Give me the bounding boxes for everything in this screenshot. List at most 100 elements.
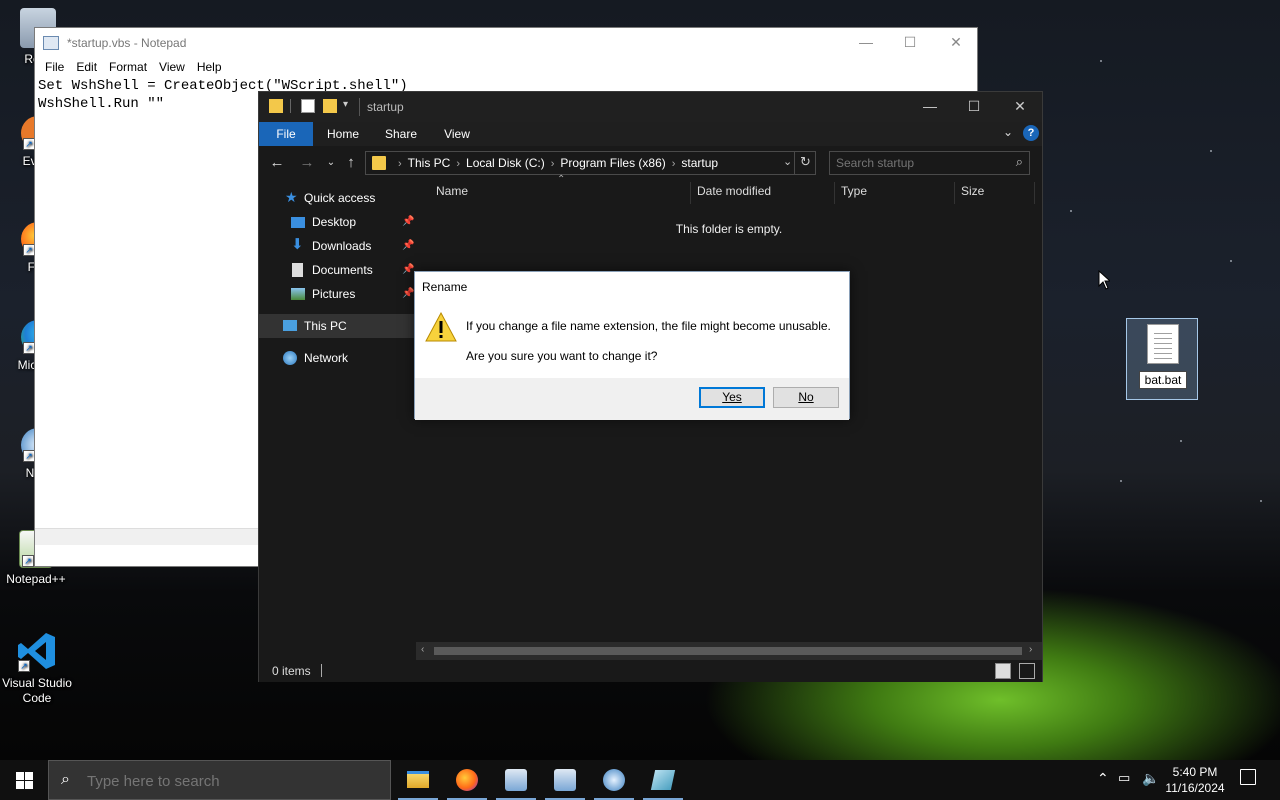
new-folder-icon[interactable] [323,99,337,113]
address-dropdown-icon[interactable]: ⌄ [783,155,792,168]
notifications-icon[interactable] [1240,769,1256,785]
navigation-pane: ★ Quick access Desktop 📌 ⬇ Downloads 📌 D… [259,182,416,660]
pictures-icon [291,288,305,300]
ie-shortcut-icon [505,769,527,791]
tab-home[interactable]: Home [317,122,369,146]
breadcrumb: › This PC › Local Disk (C:) › Program Files (… [398,156,719,170]
breadcrumb-startup[interactable]: startup [681,156,718,170]
nav-pictures[interactable]: Pictures 📌 [259,282,416,306]
menu-help[interactable]: Help [191,58,228,76]
column-header-size[interactable]: Size [961,184,984,198]
nav-desktop[interactable]: Desktop 📌 [259,210,416,234]
taskbar-search-input[interactable] [87,771,377,791]
large-icons-view-icon[interactable] [1019,663,1035,679]
tab-view[interactable]: View [433,122,481,146]
mouse-cursor-icon [1098,270,1110,290]
breadcrumb-this-pc[interactable]: This PC [408,156,451,170]
text-file-icon [1147,324,1179,364]
help-icon[interactable]: ? [1023,125,1039,141]
shortcut-arrow-icon: ↗ [22,555,34,567]
pin-icon: 📌 [402,264,415,275]
dialog-question: Are you sure you want to change it? [466,349,658,363]
breadcrumb-local-disk[interactable]: Local Disk (C:) [466,156,545,170]
desktop-file-bat[interactable]: bat.bat [1126,318,1198,400]
nav-network[interactable]: Network [259,346,416,370]
search-input[interactable] [836,155,1006,171]
close-button[interactable]: ✕ [933,28,979,58]
network-status-icon[interactable]: ▭ [1118,770,1130,786]
scrollbar-thumb[interactable] [434,647,1022,655]
details-view-icon[interactable] [995,663,1011,679]
windows-logo-icon [16,772,33,789]
address-bar[interactable]: › This PC › Local Disk (C:) › Program Files (… [365,151,816,175]
nav-this-pc[interactable]: This PC [259,314,416,338]
pin-icon: 📌 [402,288,415,299]
desktop-icon-vscode[interactable]: ↗ Visual Studio Code [0,630,75,706]
nav-quick-access[interactable]: ★ Quick access [259,186,416,210]
scroll-right-icon[interactable]: › [1029,644,1032,655]
column-header-date-modified[interactable]: Date modified [697,184,771,198]
menu-edit[interactable]: Edit [70,58,103,76]
start-button[interactable] [0,760,48,800]
notepad-titlebar[interactable]: *startup.vbs - Notepad [35,28,977,58]
star-icon: ★ [285,189,298,205]
taskbar-app-4[interactable] [541,760,589,800]
show-hidden-icons-icon[interactable]: ⌃ [1097,770,1109,787]
menu-view[interactable]: View [153,58,191,76]
back-arrow-icon[interactable]: ← [267,153,287,173]
no-button[interactable]: No [773,387,839,408]
menu-file[interactable]: File [39,58,70,76]
file-rename-field[interactable]: bat.bat [1139,371,1187,389]
explorer-titlebar[interactable]: ▾ startup — ☐ ✕ [259,92,1042,122]
expand-ribbon-icon[interactable]: ⌄ [1003,125,1013,139]
notepad-icon [650,770,676,790]
notepad-app-icon [43,36,59,50]
nav-documents[interactable]: Documents 📌 [259,258,416,282]
properties-icon[interactable] [301,99,315,113]
tab-file[interactable]: File [259,122,313,146]
dialog-message: If you change a file name extension, the… [466,319,831,333]
up-arrow-icon[interactable]: ↑ [341,153,361,173]
column-header-type[interactable]: Type [841,184,867,198]
folder-icon [372,156,386,170]
taskbar-file-explorer[interactable] [394,760,442,800]
yes-button[interactable]: Yes [699,387,765,408]
vscode-icon: ↗ [16,630,58,672]
taskbar-notepad[interactable] [639,760,687,800]
refresh-icon[interactable]: ↻ [800,154,811,170]
maximize-button[interactable]: ☐ [887,28,933,58]
column-header-name[interactable]: Name [436,184,468,198]
netsupport-icon [603,769,625,791]
volume-muted-icon[interactable]: 🔈 [1142,770,1159,787]
warning-icon [425,312,457,342]
minimize-button[interactable]: — [843,28,889,58]
horizontal-scrollbar[interactable]: ‹ › [416,642,1042,660]
tab-share[interactable]: Share [375,122,427,146]
customize-toolbar-icon[interactable]: ▾ [343,99,348,110]
system-clock[interactable]: 5:40 PM 11/16/2024 [1160,764,1230,796]
nav-downloads[interactable]: ⬇ Downloads 📌 [259,234,416,258]
folder-icon [269,99,283,113]
clock-time: 5:40 PM [1172,765,1218,779]
ie-shortcut-icon [554,769,576,791]
taskbar-firefox[interactable] [443,760,491,800]
recent-locations-icon[interactable]: ⌄ [321,153,341,173]
notepad-title: *startup.vbs - Notepad [67,36,187,50]
breadcrumb-program-files[interactable]: Program Files (x86) [560,156,665,170]
taskbar-netsupport[interactable] [590,760,638,800]
maximize-button[interactable]: ☐ [951,92,997,122]
item-count: 0 items [272,664,311,678]
taskbar-search-box[interactable]: ⌕ [48,760,391,800]
notepad-horizontal-scrollbar[interactable] [35,528,259,545]
scroll-left-icon[interactable]: ‹ [421,644,424,655]
menu-format[interactable]: Format [103,58,153,76]
taskbar-app-3[interactable] [492,760,540,800]
search-box[interactable]: ⌕ [829,151,1030,175]
close-button[interactable]: ✕ [997,92,1043,122]
forward-arrow-icon[interactable]: → [297,153,317,173]
status-bar: 0 items [259,660,1042,682]
minimize-button[interactable]: — [907,92,953,122]
shortcut-arrow-icon: ↗ [18,660,30,672]
rename-dialog[interactable]: Rename If you change a file name extensi… [414,271,850,420]
taskbar: ⌕ ⌃ ▭ 🔈 5:40 PM 11/16/2024 [0,760,1280,800]
